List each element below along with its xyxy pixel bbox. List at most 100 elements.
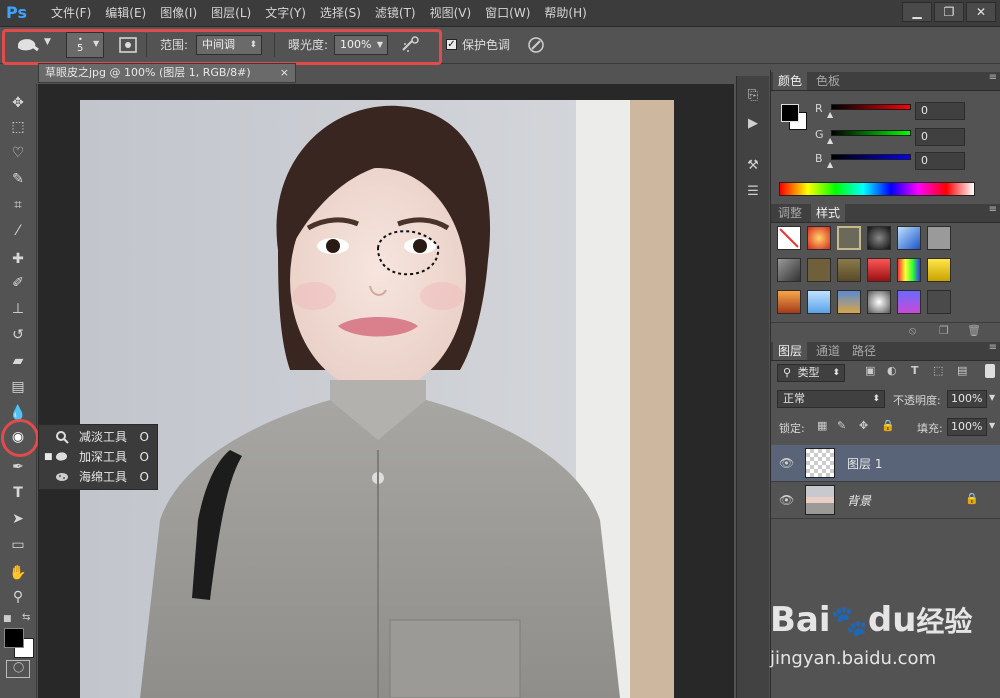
slider-thumb-icon[interactable]: ▲ <box>827 136 833 145</box>
quick-mask-button[interactable]: ◯ <box>6 660 30 678</box>
style-swatch[interactable] <box>777 258 801 282</box>
chevron-down-icon[interactable]: ▼ <box>989 421 995 430</box>
channel-r-field[interactable]: 0 <box>915 102 965 120</box>
shape-tool-icon[interactable]: ▭ <box>6 534 30 556</box>
clone-stamp-tool-icon[interactable]: ⊥ <box>6 298 30 320</box>
filter-adjust-icon[interactable]: ◐ <box>887 364 897 377</box>
style-swatch[interactable] <box>807 226 831 250</box>
menu-file[interactable]: 文件(F) <box>44 0 98 26</box>
tab-channels[interactable]: 通道 <box>811 342 845 360</box>
panel-menu-icon[interactable]: ≡ <box>989 72 997 83</box>
filter-type-icon[interactable]: T <box>911 364 919 377</box>
style-swatch[interactable] <box>897 258 921 282</box>
lock-image-icon[interactable]: ✎ <box>837 419 846 432</box>
menu-layer[interactable]: 图层(L) <box>204 0 258 26</box>
crop-tool-icon[interactable]: ⌗ <box>6 194 30 216</box>
new-style-icon[interactable]: ❐ <box>939 324 949 337</box>
style-swatch[interactable] <box>867 258 891 282</box>
style-swatch[interactable] <box>807 258 831 282</box>
tab-layers[interactable]: 图层 <box>773 342 808 360</box>
eye-icon[interactable]: 👁 <box>779 492 795 508</box>
foreground-color-swatch[interactable] <box>4 628 24 648</box>
properties-panel-icon[interactable]: ☰ <box>743 182 763 202</box>
panel-menu-icon[interactable]: ≡ <box>989 342 997 353</box>
minimize-button[interactable]: ▁ <box>902 2 932 22</box>
type-tool-icon[interactable]: T <box>6 482 30 504</box>
lock-position-icon[interactable]: ✥ <box>859 419 868 432</box>
filter-shape-icon[interactable]: ⬚ <box>933 364 943 377</box>
opacity-field[interactable]: 100% <box>947 390 987 408</box>
restore-button[interactable]: ❐ <box>934 2 964 22</box>
channel-r-slider[interactable] <box>831 104 911 110</box>
actions-panel-icon[interactable]: ▶ <box>743 114 763 134</box>
channel-g-slider[interactable] <box>831 130 911 136</box>
protect-tones-checkbox[interactable]: ✓ <box>446 39 457 50</box>
lock-all-icon[interactable]: 🔒 <box>881 419 895 432</box>
menu-help[interactable]: 帮助(H) <box>537 0 593 26</box>
menu-image[interactable]: 图像(I) <box>153 0 204 26</box>
style-swatch[interactable] <box>897 290 921 314</box>
channel-b-field[interactable]: 0 <box>915 152 965 170</box>
filter-pixel-icon[interactable]: ▣ <box>865 364 875 377</box>
marquee-tool-icon[interactable]: ⬚ <box>6 116 30 138</box>
style-swatch[interactable] <box>927 258 951 282</box>
eye-icon[interactable]: 👁 <box>779 455 795 471</box>
pressure-size-button[interactable] <box>526 35 546 55</box>
menu-view[interactable]: 视图(V) <box>423 0 479 26</box>
history-panel-icon[interactable]: ⎘ <box>743 86 763 106</box>
zoom-tool-icon[interactable]: ⚲ <box>6 586 30 608</box>
brush-tool-icon[interactable]: ✐ <box>6 272 30 294</box>
menu-filter[interactable]: 滤镜(T) <box>368 0 423 26</box>
tab-swatches[interactable]: 色板 <box>811 72 845 90</box>
delete-icon[interactable]: ⦸ <box>909 324 916 338</box>
flyout-item-dodge[interactable]: 减淡工具 O <box>39 427 157 447</box>
slider-thumb-icon[interactable]: ▲ <box>827 110 833 119</box>
document-image[interactable] <box>80 100 674 698</box>
swap-colors-icon[interactable]: ⇆ <box>22 612 30 623</box>
tab-styles[interactable]: 样式 <box>811 204 846 222</box>
tab-paths[interactable]: 路径 <box>847 342 881 360</box>
healing-brush-tool-icon[interactable]: ✚ <box>6 248 30 270</box>
pen-tool-icon[interactable]: ✒ <box>6 456 30 478</box>
menu-select[interactable]: 选择(S) <box>313 0 368 26</box>
color-fg-swatch[interactable] <box>781 104 799 122</box>
gradient-tool-icon[interactable]: ▤ <box>6 376 30 398</box>
eraser-tool-icon[interactable]: ▰ <box>6 350 30 372</box>
move-tool-icon[interactable]: ✥ <box>6 92 30 114</box>
path-select-tool-icon[interactable]: ➤ <box>6 508 30 530</box>
style-swatch[interactable] <box>807 290 831 314</box>
tool-presets-panel-icon[interactable]: ⚒ <box>743 156 763 176</box>
history-brush-tool-icon[interactable]: ↺ <box>6 324 30 346</box>
style-swatch[interactable] <box>867 226 891 250</box>
style-swatch[interactable] <box>837 226 861 250</box>
style-swatch[interactable] <box>777 290 801 314</box>
panel-menu-icon[interactable]: ≡ <box>989 204 997 215</box>
document-tab[interactable]: 草眼皮之jpg @ 100% (图层 1, RGB/8#) × <box>38 63 296 83</box>
channel-g-field[interactable]: 0 <box>915 128 965 146</box>
eyedropper-tool-icon[interactable]: ⁄ <box>6 220 30 242</box>
close-icon[interactable]: × <box>280 64 289 82</box>
menu-window[interactable]: 窗口(W) <box>478 0 537 26</box>
lock-transparent-icon[interactable]: ▦ <box>817 419 827 432</box>
layer-filter-select[interactable]: ⚲ 类型 ⬍ <box>777 364 845 382</box>
flyout-item-sponge[interactable]: 海绵工具 O <box>39 467 157 487</box>
slider-thumb-icon[interactable]: ▲ <box>827 160 833 169</box>
tab-color[interactable]: 颜色 <box>773 72 808 90</box>
style-swatch-none[interactable] <box>777 226 801 250</box>
layer-row-background[interactable]: 👁 背景 🔒 <box>771 482 1000 519</box>
color-spectrum-bar[interactable] <box>779 182 975 196</box>
quick-select-tool-icon[interactable]: ✎ <box>6 168 30 190</box>
tab-adjustments[interactable]: 调整 <box>773 204 807 222</box>
channel-b-slider[interactable] <box>831 154 911 160</box>
menu-type[interactable]: 文字(Y) <box>258 0 313 26</box>
style-swatch[interactable] <box>927 290 951 314</box>
style-swatch[interactable] <box>897 226 921 250</box>
default-colors-icon[interactable]: ■ <box>3 614 12 624</box>
fill-field[interactable]: 100% <box>947 418 987 436</box>
style-swatch[interactable] <box>837 258 861 282</box>
style-swatch[interactable] <box>867 290 891 314</box>
close-button[interactable]: ✕ <box>966 2 996 22</box>
style-swatch[interactable] <box>837 290 861 314</box>
blend-mode-select[interactable]: 正常 ⬍ <box>777 390 885 408</box>
flyout-item-burn[interactable]: ■ 加深工具 O <box>39 447 157 467</box>
